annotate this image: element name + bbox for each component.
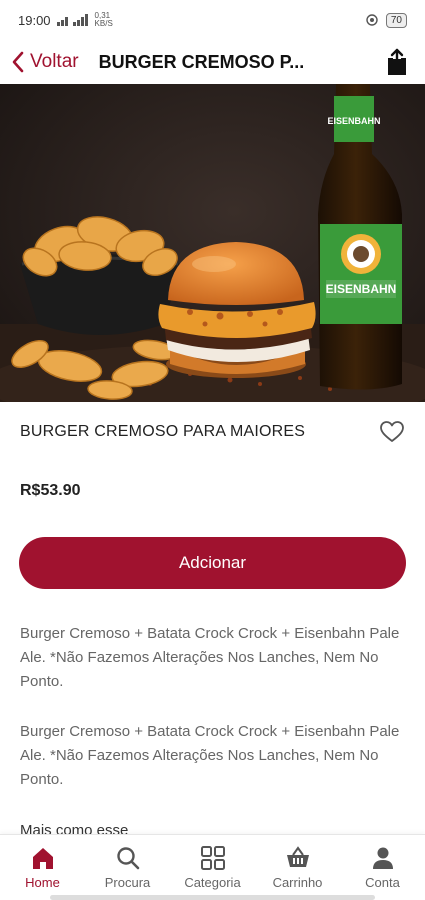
nav-home[interactable]: Home <box>0 845 85 890</box>
product-image: EISENBAHN EISENBAHN <box>0 84 425 402</box>
alarm-icon <box>366 14 378 26</box>
product-price: R$53.90 <box>20 482 81 499</box>
nav-account-label: Conta <box>365 875 400 890</box>
status-time: 19:00 <box>18 12 51 28</box>
back-button[interactable]: Voltar <box>0 51 79 73</box>
heart-icon[interactable] <box>379 420 405 444</box>
product-name: BURGER CREMOSO PARA MAIORES <box>20 423 306 440</box>
search-icon <box>116 847 139 870</box>
product-description: Burger Cremoso + Batata Crock Crock + Ei… <box>20 625 400 690</box>
share-icon[interactable] <box>385 48 409 76</box>
status-left: 19:00 0,31 KB/S <box>18 12 113 28</box>
back-label: Voltar <box>30 51 79 72</box>
status-right: 70 <box>366 12 407 28</box>
nav-cart[interactable]: Carrinho <box>255 845 340 890</box>
nav-category[interactable]: Categoria <box>170 845 255 890</box>
status-bar: 19:00 0,31 KB/S 70 <box>0 0 425 40</box>
add-to-cart-button[interactable]: Adcionar <box>19 537 406 589</box>
app-header: Voltar BURGER CREMOSO P... <box>0 40 425 84</box>
grid-icon <box>200 846 225 870</box>
bottle-neck-label: EISENBAHN <box>327 116 380 126</box>
signal-icon <box>56 14 88 26</box>
nav-account[interactable]: Conta <box>340 845 425 890</box>
nav-search-label: Procura <box>104 875 151 890</box>
user-icon <box>372 847 393 869</box>
product-description-repeat: Burger Cremoso + Batata Crock Crock + Ei… <box>20 723 400 788</box>
bottle-label-brand: EISENBAHN <box>326 282 397 296</box>
page-title: BURGER CREMOSO P... <box>98 51 305 72</box>
bottom-nav: Home Procura Categoria Carrinho Conta <box>0 834 425 900</box>
nav-search[interactable]: Procura <box>85 845 170 890</box>
battery-indicator: 70 <box>385 12 407 28</box>
nav-category-label: Categoria <box>184 875 241 890</box>
nav-cart-label: Carrinho <box>272 875 323 890</box>
network-speed: 0,31 KB/S <box>94 11 113 28</box>
chevron-left-icon <box>12 51 24 73</box>
home-icon <box>32 848 53 869</box>
basket-icon <box>286 846 309 867</box>
nav-home-label: Home <box>25 875 60 890</box>
product-photo: EISENBAHN EISENBAHN <box>0 84 425 402</box>
home-indicator <box>50 895 375 900</box>
